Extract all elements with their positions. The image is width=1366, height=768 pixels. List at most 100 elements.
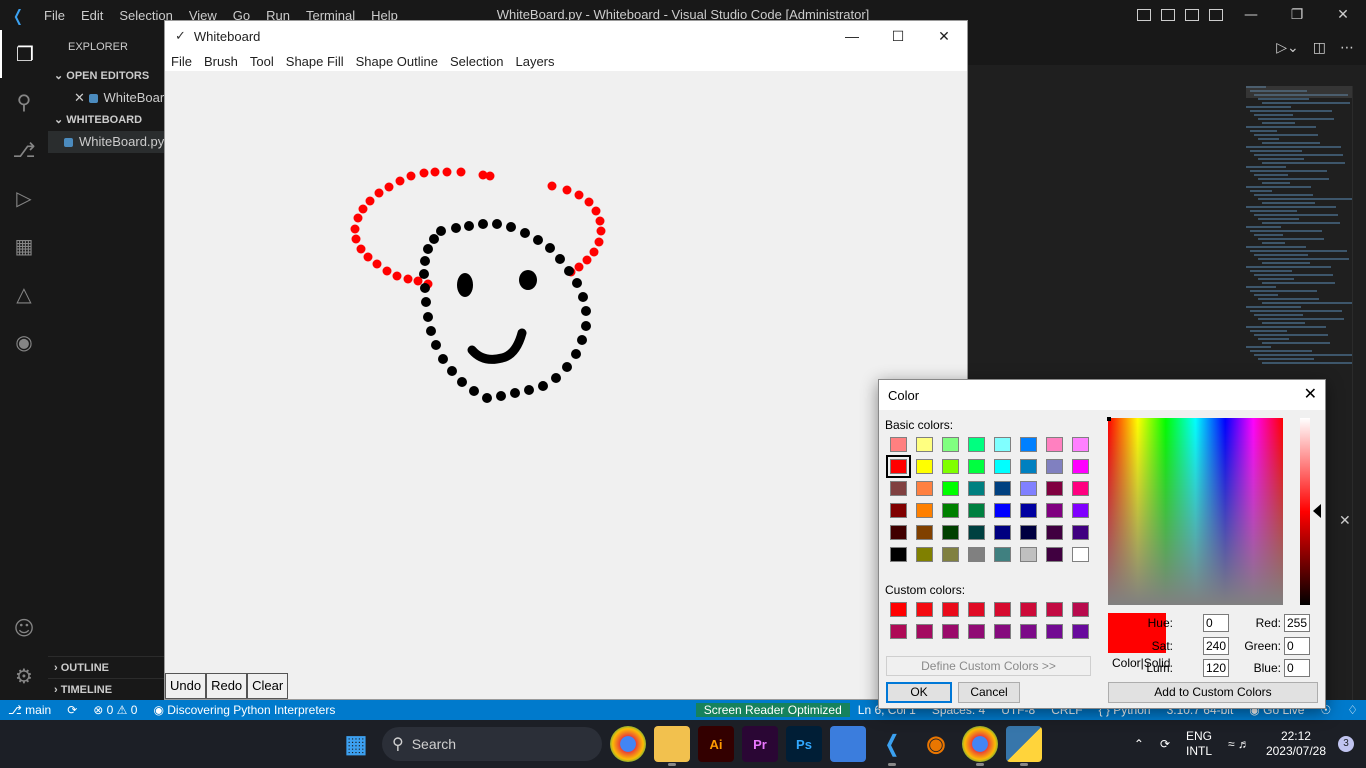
basic-color-swatch[interactable] [890,547,907,562]
basic-color-swatch[interactable] [942,481,959,496]
testing-icon[interactable]: △ [0,270,48,318]
split-editor-icon[interactable]: ◫ [1313,40,1326,56]
custom-color-swatch[interactable] [1020,602,1037,617]
basic-color-swatch[interactable] [994,547,1011,562]
basic-color-swatch[interactable] [968,481,985,496]
basic-color-swatch[interactable] [1020,437,1037,452]
basic-color-swatch[interactable] [1072,503,1089,518]
basic-color-swatch[interactable] [942,525,959,540]
wb-menu-brush[interactable]: Brush [198,54,244,69]
toggle-secondary-sidebar-icon[interactable] [1185,9,1199,21]
luminosity-slider[interactable] [1300,418,1310,605]
custom-color-swatch[interactable] [994,624,1011,639]
basic-color-swatch[interactable] [968,547,985,562]
basic-color-swatch[interactable] [994,481,1011,496]
close-editor-icon[interactable]: ✕ [74,90,85,105]
basic-color-swatch[interactable] [1046,503,1063,518]
basic-color-swatch[interactable] [994,503,1011,518]
run-python-file-icon[interactable]: ▷⌄ [1276,40,1299,56]
clear-button[interactable]: Clear [247,673,289,699]
clock[interactable]: 22:12 2023/07/28 [1258,729,1334,759]
manage-gear-icon[interactable]: ⚙ [0,652,48,700]
notepad-icon[interactable] [830,726,866,762]
cancel-button[interactable]: Cancel [958,682,1020,703]
toggle-sidebar-icon[interactable] [1137,9,1151,21]
basic-color-swatch[interactable] [890,437,907,452]
basic-color-swatch[interactable] [1020,525,1037,540]
luminosity-arrow-icon[interactable] [1313,504,1321,518]
extensions-icon[interactable]: ▦ [0,222,48,270]
minimap-slider[interactable] [1246,86,1356,98]
lum-field[interactable]: 120 [1203,659,1229,677]
file-explorer-icon[interactable] [654,726,690,766]
green-field[interactable]: 0 [1284,637,1310,655]
custom-color-swatch[interactable] [968,624,985,639]
basic-color-swatch[interactable] [942,547,959,562]
basic-color-swatch[interactable] [1020,481,1037,496]
taskbar-search[interactable]: ⚲ Search [382,727,602,761]
minimap[interactable] [1246,86,1360,386]
screen-reader-status[interactable]: Screen Reader Optimized [695,703,850,717]
explorer-icon[interactable]: ❐ [0,30,48,78]
custom-color-swatch[interactable] [1046,624,1063,639]
branch-status[interactable]: ⎇ main [0,703,59,717]
basic-color-swatch[interactable] [890,525,907,540]
custom-color-swatch[interactable] [1072,624,1089,639]
chrome-profile-icon[interactable] [962,726,998,766]
redo-button[interactable]: Redo [206,673,248,699]
python-whiteboard-icon[interactable] [1006,726,1042,766]
wb-menu-shape-outline[interactable]: Shape Outline [350,54,444,69]
ok-button[interactable]: OK [886,682,952,703]
basic-color-swatch[interactable] [968,459,985,474]
menu-file[interactable]: File [36,8,73,23]
vscode-taskbar-icon[interactable]: ❬ [874,726,910,766]
basic-color-swatch[interactable] [916,503,933,518]
blender-icon[interactable]: ◉ [918,726,954,762]
basic-color-swatch[interactable] [1020,503,1037,518]
notification-badge[interactable]: 3 [1338,736,1354,752]
basic-color-swatch[interactable] [916,459,933,474]
basic-color-swatch[interactable] [886,455,911,478]
undo-button[interactable]: Undo [165,673,207,699]
illustrator-icon[interactable]: Ai [698,726,734,762]
basic-color-swatch[interactable] [942,437,959,452]
run-debug-icon[interactable]: ▷ [0,174,48,222]
custom-color-swatch[interactable] [968,602,985,617]
open-editor-item[interactable]: ✕ WhiteBoard.py [48,87,165,109]
basic-color-swatch[interactable] [1072,481,1089,496]
custom-color-swatch[interactable] [994,602,1011,617]
basic-color-swatch[interactable] [994,437,1011,452]
custom-color-swatch[interactable] [1020,624,1037,639]
basic-color-swatch[interactable] [1020,547,1037,562]
custom-color-swatch[interactable] [1072,602,1089,617]
photoshop-icon[interactable]: Ps [786,726,822,762]
accounts-icon[interactable]: ☺ [0,604,48,652]
custom-color-swatch[interactable] [890,602,907,617]
close-button[interactable]: ✕ [1320,0,1366,30]
python-icon[interactable]: ◉ [0,318,48,366]
basic-color-swatch[interactable] [942,459,959,474]
toggle-panel-icon[interactable] [1161,9,1175,21]
basic-color-swatch[interactable] [942,503,959,518]
custom-color-swatch[interactable] [890,624,907,639]
show-hidden-icons[interactable]: ⌃ [1126,737,1152,752]
basic-color-swatch[interactable] [994,525,1011,540]
whiteboard-close-button[interactable]: ✕ [921,21,967,51]
editor-scrollbar[interactable] [1352,86,1366,700]
chrome-icon[interactable] [610,726,646,762]
whiteboard-maximize-button[interactable]: ☐ [875,21,921,51]
problems-status[interactable]: ⊗ 0 ⚠ 0 [85,703,145,717]
basic-color-swatch[interactable] [1046,547,1063,562]
file-item[interactable]: WhiteBoard.py [48,131,165,153]
basic-color-swatch[interactable] [916,547,933,562]
wb-menu-tool[interactable]: Tool [244,54,280,69]
color-spectrum[interactable] [1108,418,1283,605]
outline-header[interactable]: › OUTLINE [48,656,165,678]
basic-color-swatch[interactable] [916,481,933,496]
basic-color-swatch[interactable] [1046,459,1063,474]
basic-color-swatch[interactable] [1072,525,1089,540]
wb-menu-shape-fill[interactable]: Shape Fill [280,54,350,69]
blue-field[interactable]: 0 [1284,659,1310,677]
basic-color-swatch[interactable] [1046,437,1063,452]
spectrum-crosshair[interactable] [1107,417,1111,421]
